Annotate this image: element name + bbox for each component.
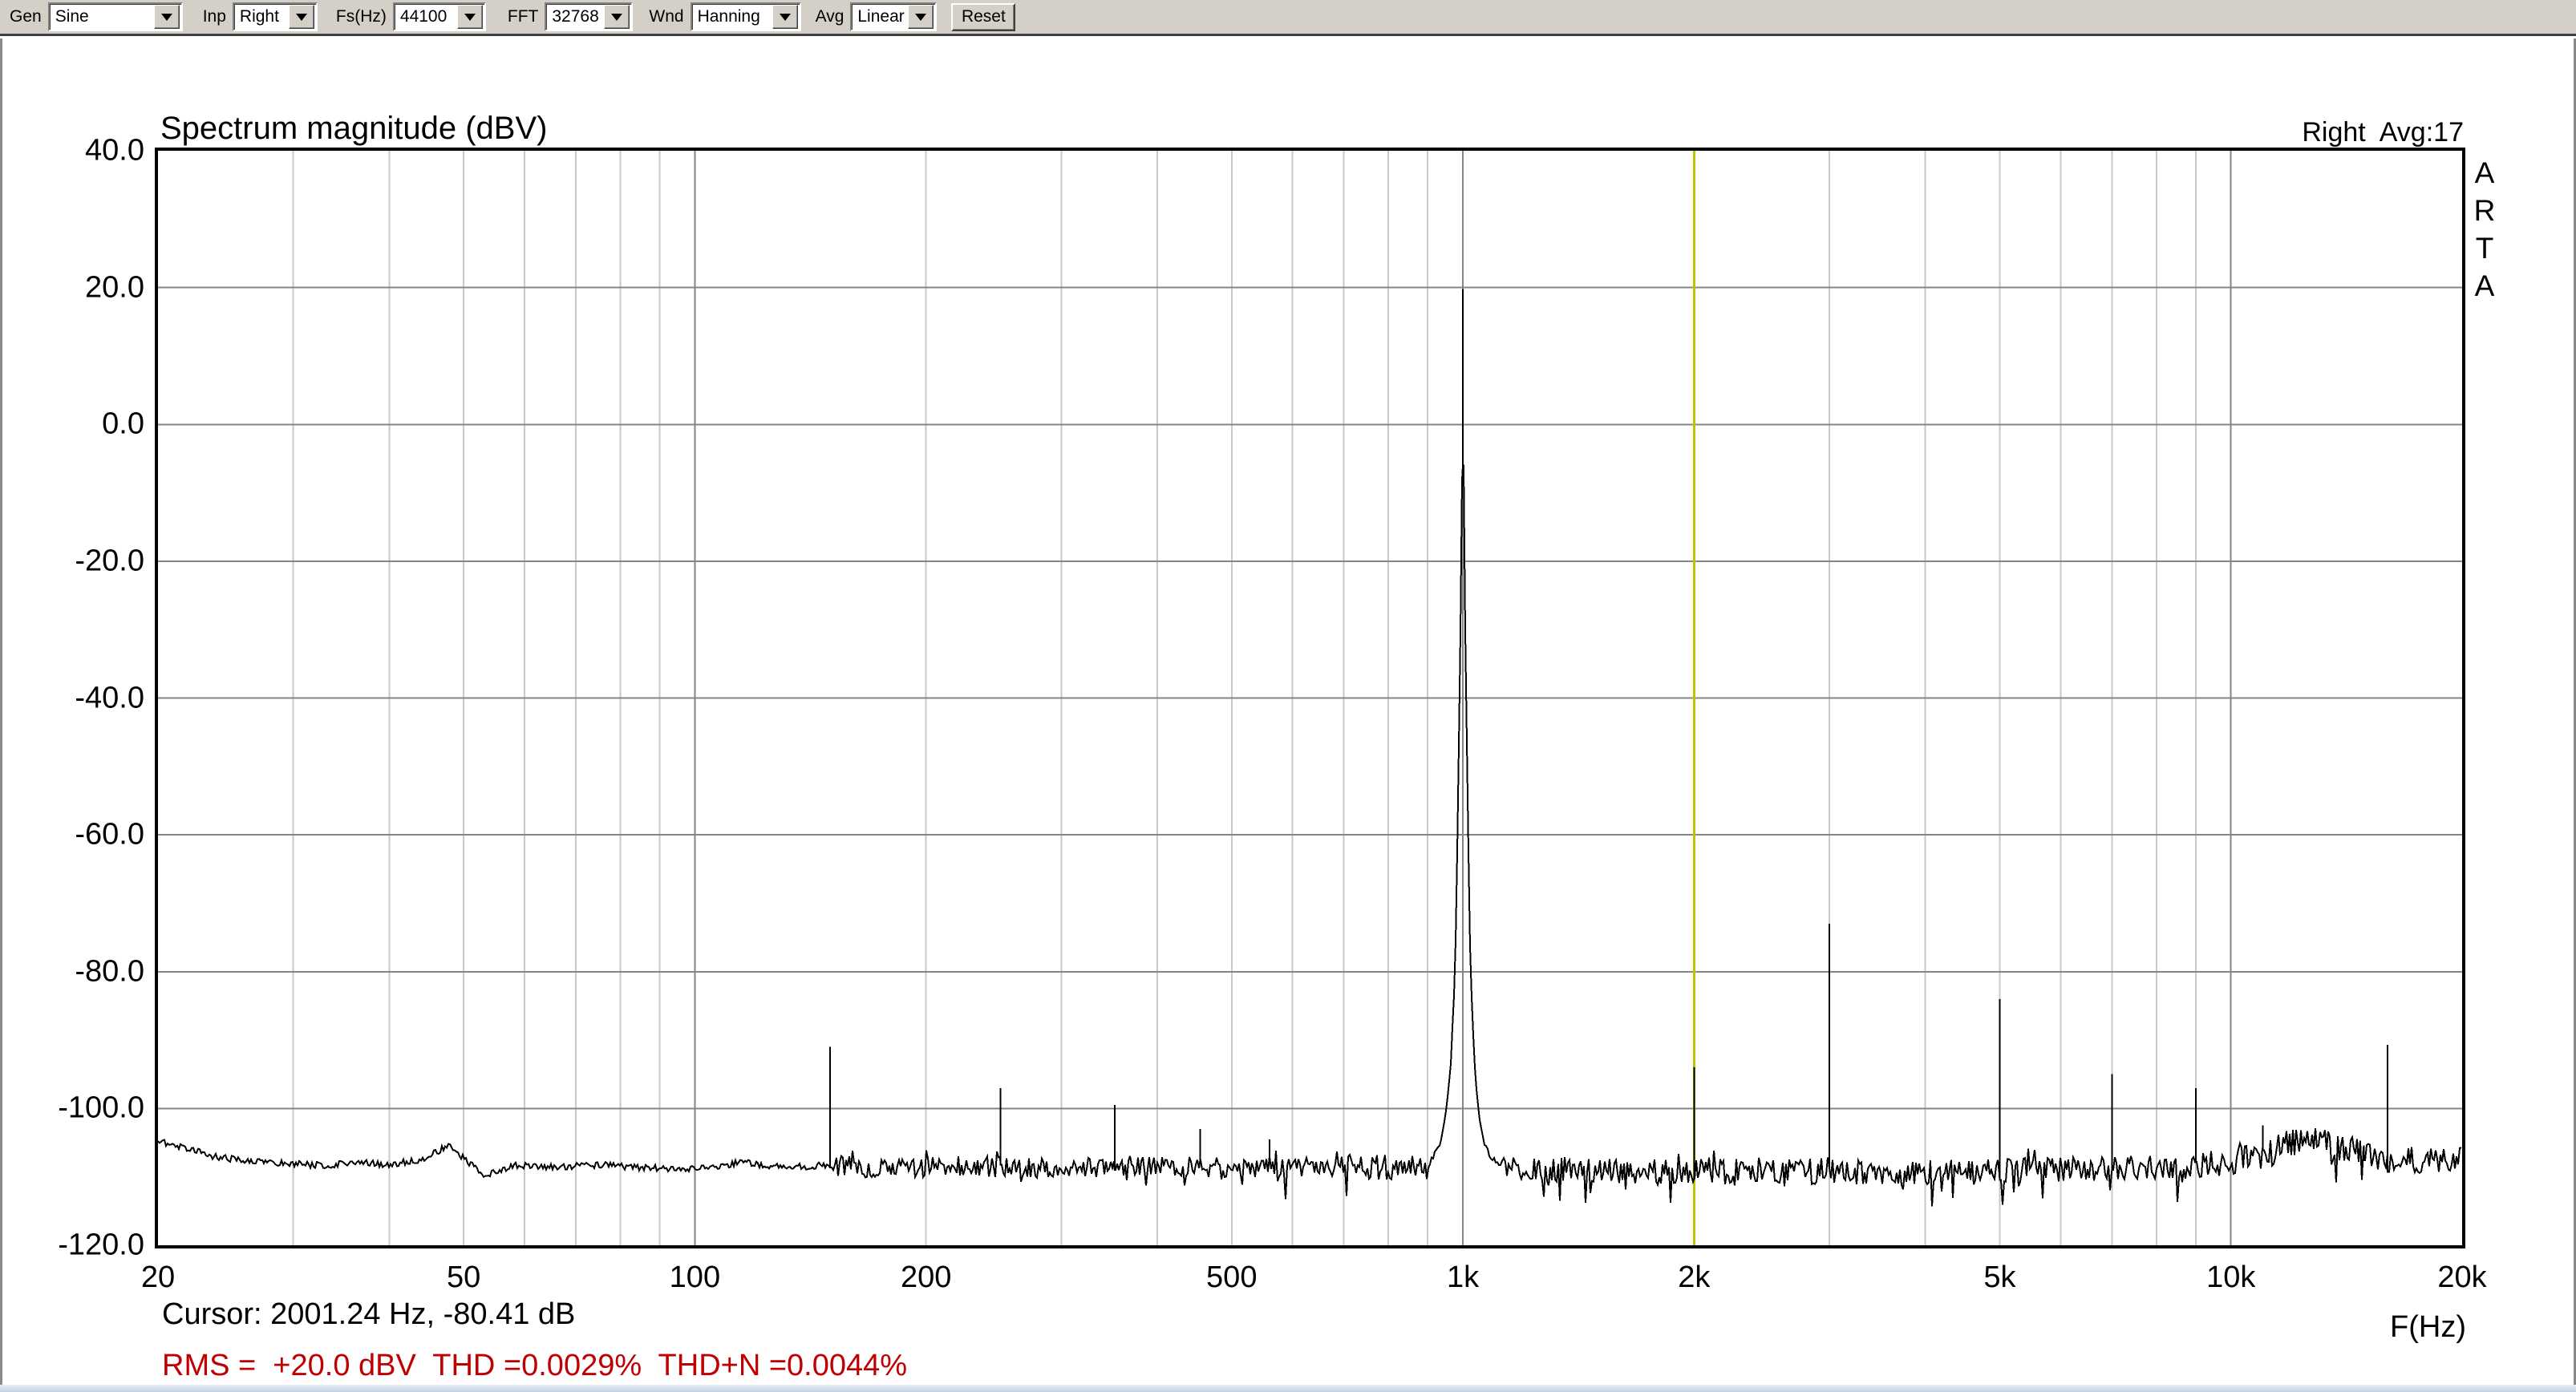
y-tick-label: -120.0 [58,1228,144,1262]
x-tick-label: 50 [446,1260,481,1294]
x-tick-label: 500 [1206,1260,1258,1294]
samplerate-value: 44100 [399,7,448,26]
chevron-down-icon [915,13,927,21]
input-label: Inp [202,7,226,26]
y-tick-label: -60.0 [75,817,144,852]
y-tick-label: -40.0 [75,681,144,714]
x-axis-unit-label: F(Hz) [2390,1310,2466,1344]
x-tick-label: 20k [2437,1260,2487,1294]
fft-size-value: 32768 [552,7,599,26]
x-tick-label: 1k [1446,1260,1480,1294]
y-tick-label: 20.0 [85,270,144,305]
averaging-label: Avg [815,7,844,26]
chevron-down-icon [295,13,307,21]
y-tick-label: 0.0 [102,407,144,441]
window-select[interactable]: Hanning [690,2,801,31]
x-axis-labels: 20 50 100 200 500 1k 2k 5k 10k 20k [0,1260,2576,1296]
input-channel-value: Right [239,7,279,26]
dropdown-arrow-icon[interactable] [908,5,934,29]
y-tick-label: -20.0 [75,544,144,578]
x-tick-label: 100 [669,1260,721,1294]
dropdown-arrow-icon[interactable] [153,5,180,29]
spectrum-plot[interactable] [158,151,2462,1245]
y-tick-label: -100.0 [58,1091,144,1125]
chevron-down-icon [779,13,791,21]
fft-label: FFT [507,7,539,26]
fft-size-select[interactable]: 32768 [545,2,634,31]
chevron-down-icon [160,13,172,21]
y-tick-label: -80.0 [75,954,144,989]
x-tick-label: 5k [1983,1260,2016,1294]
arta-watermark-letter: A [2474,269,2495,302]
averaging-select[interactable]: Linear [850,2,938,31]
x-tick-label: 2k [1678,1260,1711,1294]
arta-watermark-letter: A [2474,156,2495,189]
arta-watermark-letter: T [2475,232,2494,265]
reset-button[interactable]: Reset [951,2,1016,31]
arta-watermark-letter: R [2473,194,2496,227]
chevron-down-icon [464,13,476,21]
arta-watermark: ARTA [2467,154,2502,305]
chevron-down-icon [611,13,623,21]
y-axis-labels: 40.0 20.0 0.0 -20.0 -40.0 -60.0 -80.0 -100.0 -12… [0,0,144,1392]
window-label: Wnd [649,7,684,26]
dropdown-arrow-icon[interactable] [604,5,630,29]
window-border-bottom [0,1385,2576,1392]
toolbar: Gen Sine Inp Right Fs(Hz) 44100 FFT 3276… [0,0,2576,36]
spectrum-trace [158,289,2462,1207]
spectrum-trace-canvas [158,151,2462,1245]
x-tick-label: 200 [900,1260,952,1294]
cursor-readout: Cursor: 2001.24 Hz, -80.41 dB [162,1297,576,1331]
window-value: Hanning [697,7,760,26]
y-tick-label: 40.0 [85,133,144,168]
channel-average-label: Right Avg:17 [2302,117,2464,148]
averaging-value: Linear [857,7,905,26]
input-channel-select[interactable]: Right [232,2,318,31]
dropdown-arrow-icon[interactable] [288,5,314,29]
dropdown-arrow-icon[interactable] [456,5,483,29]
samplerate-select[interactable]: 44100 [392,2,486,31]
x-tick-label: 10k [2206,1260,2256,1294]
samplerate-label: Fs(Hz) [335,7,387,26]
x-tick-label: 20 [140,1260,176,1294]
measurement-readout: RMS = +20.0 dBV THD =0.0029% THD+N =0.00… [162,1349,908,1382]
dropdown-arrow-icon[interactable] [772,5,798,29]
chart-title: Spectrum magnitude (dBV) [160,111,548,146]
